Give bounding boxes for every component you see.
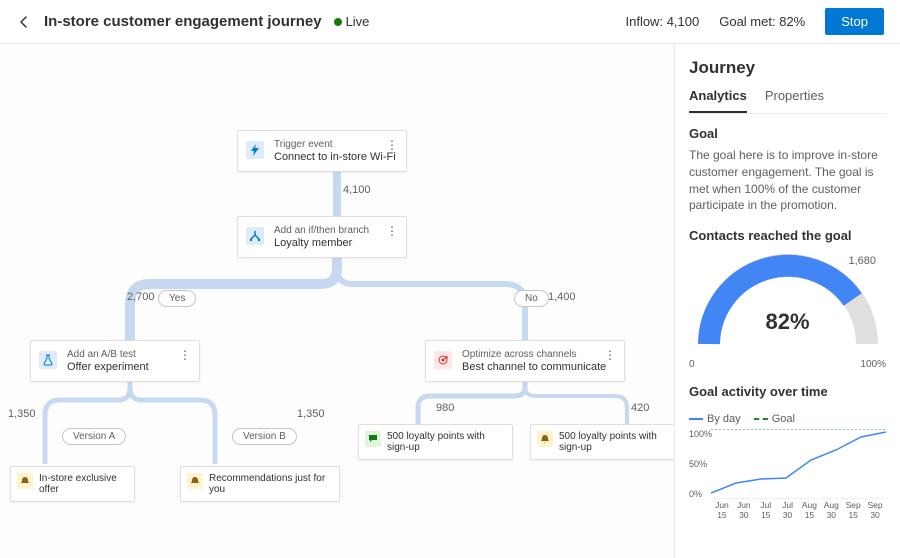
chat-icon bbox=[365, 431, 381, 447]
chip-loyalty-orange[interactable]: 500 loyalty points with sign-up bbox=[530, 424, 674, 460]
panel-title: Journey bbox=[689, 58, 886, 78]
activity-y-axis: 100% 50% 0% bbox=[689, 429, 712, 499]
side-panel: Journey Analytics Properties Goal The go… bbox=[674, 44, 900, 558]
target-icon bbox=[434, 351, 452, 369]
goal-description: The goal here is to improve in-store cus… bbox=[689, 147, 886, 214]
chip-label: 500 loyalty points with sign-up bbox=[559, 431, 657, 453]
chip-offer-a[interactable]: In-store exclusive offer bbox=[10, 466, 135, 502]
flow-count: 1,350 bbox=[8, 408, 36, 420]
node-title: Connect to in-store Wi-Fi bbox=[274, 151, 396, 163]
gauge-percent: 82% bbox=[689, 309, 886, 335]
node-label: Optimize across channels bbox=[462, 349, 614, 360]
node-optimize-channels[interactable]: Optimize across channels Best channel to… bbox=[425, 340, 625, 382]
gauge-axis: 0 100% bbox=[689, 359, 886, 370]
gauge-absolute-value: 1,680 bbox=[848, 255, 876, 267]
reached-heading: Contacts reached the goal bbox=[689, 228, 886, 243]
activity-legend: By day Goal bbox=[689, 411, 886, 425]
node-label: Trigger event bbox=[274, 139, 396, 150]
goal-heading: Goal bbox=[689, 126, 886, 141]
chip-label: 500 loyalty points with sign-up bbox=[387, 431, 485, 453]
bell-icon bbox=[17, 473, 33, 489]
node-ab-test[interactable]: Add an A/B test Offer experiment ⋮ bbox=[30, 340, 200, 382]
goalmet-stat: Goal met: 82% bbox=[719, 14, 805, 29]
more-icon[interactable]: ⋮ bbox=[386, 229, 398, 233]
gauge-max: 100% bbox=[860, 359, 886, 370]
app-root: In-store customer engagement journey Liv… bbox=[0, 0, 900, 558]
gauge-chart: 1,680 82% bbox=[689, 249, 886, 359]
back-arrow-icon[interactable] bbox=[16, 14, 32, 30]
flow-count: 1,350 bbox=[297, 408, 325, 420]
chip-offer-b[interactable]: Recommendations just for you bbox=[180, 466, 340, 502]
chip-label: In-store exclusive offer bbox=[39, 473, 117, 495]
status-dot-icon bbox=[334, 18, 342, 26]
more-icon[interactable]: ⋮ bbox=[386, 143, 398, 147]
stop-button[interactable]: Stop bbox=[825, 8, 884, 35]
node-title: Offer experiment bbox=[67, 361, 189, 373]
node-label: Add an if/then branch bbox=[274, 225, 396, 236]
more-icon[interactable]: ⋮ bbox=[604, 353, 616, 357]
tab-analytics[interactable]: Analytics bbox=[689, 88, 747, 113]
journey-canvas[interactable]: Trigger event Connect to in-store Wi-Fi … bbox=[0, 44, 674, 558]
gauge-min: 0 bbox=[689, 359, 695, 370]
tab-properties[interactable]: Properties bbox=[765, 88, 824, 113]
branch-icon bbox=[246, 227, 264, 245]
activity-chart: 100% 50% 0% Jun15 Jun30 Jul15 Jul30 Aug1… bbox=[689, 429, 886, 529]
flow-count: 980 bbox=[436, 402, 454, 414]
flow-count: 4,100 bbox=[343, 184, 371, 196]
node-label: Add an A/B test bbox=[67, 349, 189, 360]
panel-tabs: Analytics Properties bbox=[689, 88, 886, 114]
flow-count: 2,700 bbox=[127, 291, 155, 303]
pill-no[interactable]: No bbox=[514, 290, 549, 307]
legend-byday: By day bbox=[689, 413, 741, 425]
node-title: Best channel to communicate bbox=[462, 361, 614, 373]
status-text: Live bbox=[346, 14, 370, 29]
inflow-stat: Inflow: 4,100 bbox=[625, 14, 699, 29]
flow-count: 1,400 bbox=[548, 291, 576, 303]
node-title: Loyalty member bbox=[274, 237, 396, 249]
body: Trigger event Connect to in-store Wi-Fi … bbox=[0, 44, 900, 558]
flow-count: 420 bbox=[631, 402, 649, 414]
status-badge: Live bbox=[334, 14, 370, 29]
legend-goal: Goal bbox=[754, 413, 795, 425]
header-bar: In-store customer engagement journey Liv… bbox=[0, 0, 900, 44]
flask-icon bbox=[39, 351, 57, 369]
activity-heading: Goal activity over time bbox=[689, 384, 886, 399]
chip-label: Recommendations just for you bbox=[209, 473, 325, 495]
pill-version-a[interactable]: Version A bbox=[62, 428, 126, 445]
node-ifthen-branch[interactable]: Add an if/then branch Loyalty member ⋮ bbox=[237, 216, 407, 258]
pill-yes[interactable]: Yes bbox=[158, 290, 196, 307]
bell-icon bbox=[187, 473, 203, 489]
chip-loyalty-green[interactable]: 500 loyalty points with sign-up bbox=[358, 424, 513, 460]
pill-version-b[interactable]: Version B bbox=[232, 428, 297, 445]
activity-x-axis: Jun15 Jun30 Jul15 Jul30 Aug15 Aug30 Sep1… bbox=[711, 501, 886, 520]
bell-icon bbox=[537, 431, 553, 447]
more-icon[interactable]: ⋮ bbox=[179, 353, 191, 357]
page-title: In-store customer engagement journey bbox=[44, 13, 322, 30]
lightning-icon bbox=[246, 141, 264, 159]
node-trigger-event[interactable]: Trigger event Connect to in-store Wi-Fi … bbox=[237, 130, 407, 172]
